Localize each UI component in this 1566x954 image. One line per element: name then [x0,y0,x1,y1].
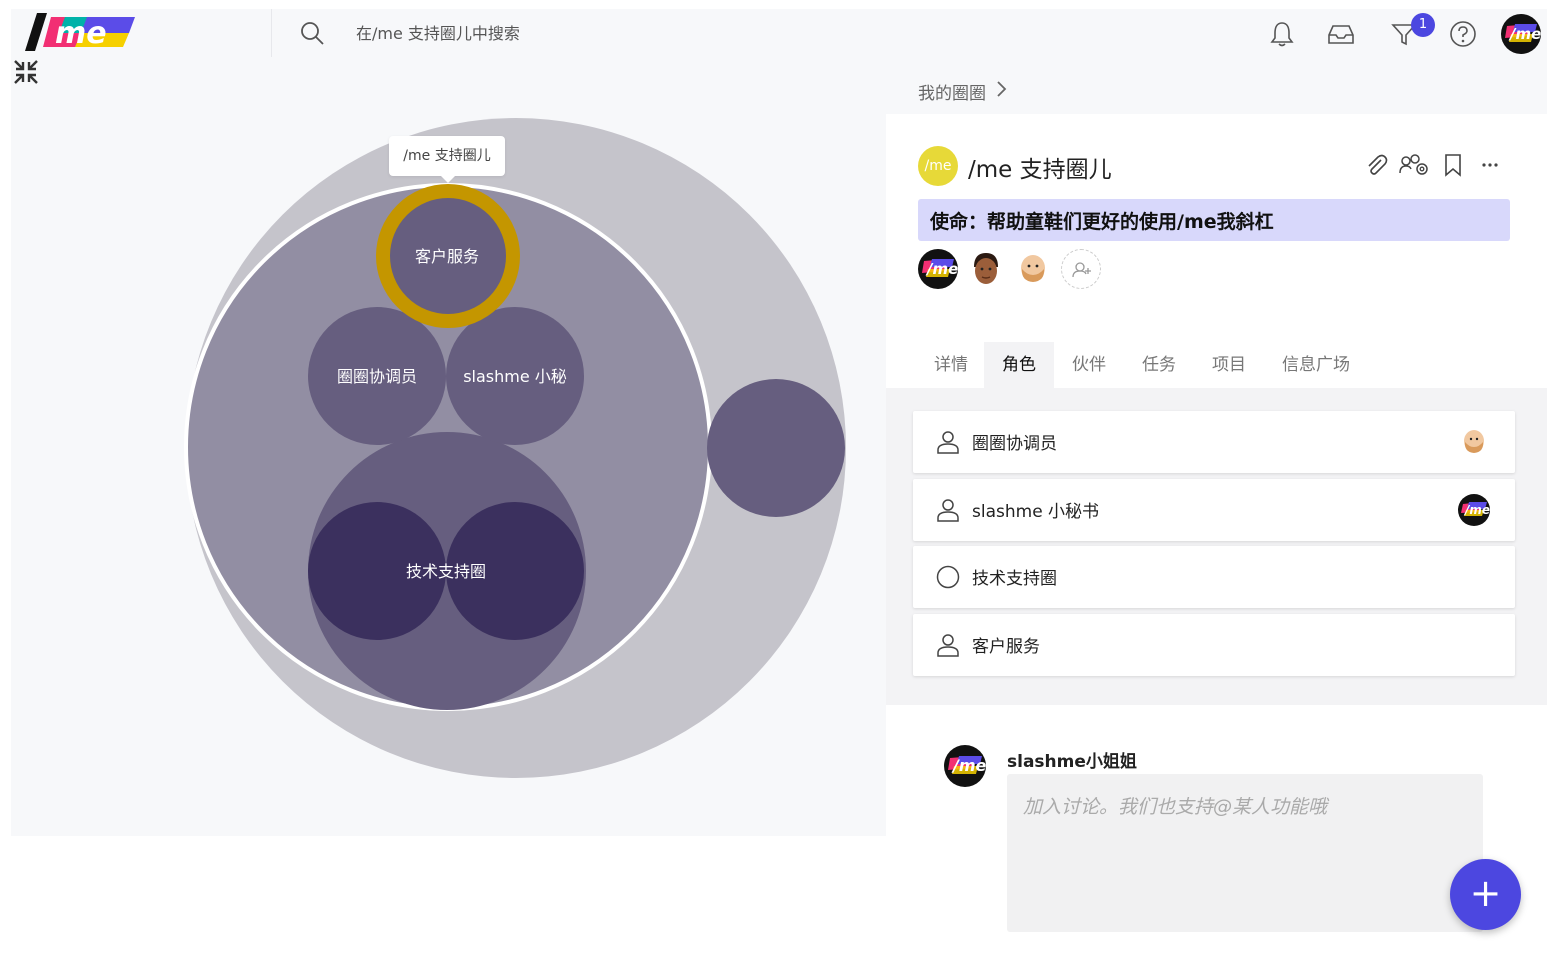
svg-text:me: me [55,16,107,51]
search-icon[interactable] [299,20,325,46]
role-item[interactable]: 技术支持圈 [913,546,1515,608]
tab-tasks[interactable]: 任务 [1124,342,1194,388]
user-avatar[interactable]: /me [1501,14,1541,54]
person-icon [937,634,959,657]
chevron-right-icon [997,81,1007,97]
tab-partners[interactable]: 伙伴 [1054,342,1124,388]
add-button[interactable]: + [1450,859,1521,930]
paperclip-icon[interactable] [1363,152,1389,178]
notification-badge: 1 [1411,13,1435,37]
tab-projects[interactable]: 项目 [1194,342,1264,388]
tab-feed[interactable]: 信息广场 [1274,342,1358,388]
tab-details[interactable]: 详情 [916,342,986,388]
more-icon[interactable] [1478,152,1504,178]
role-assignee-avatar[interactable]: /me [1458,494,1490,526]
app-logo[interactable]: me [25,13,135,51]
breadcrumb-link[interactable]: 我的圈圈 [918,79,986,104]
search-input[interactable] [346,17,946,49]
team-settings-icon[interactable] [1398,152,1430,178]
role-item[interactable]: 客户服务 [913,614,1515,676]
svg-text:/me: /me [1508,25,1541,43]
circle-visualization[interactable]: 客户服务 圈圈协调员 slashme 小秘 技术支持圈 /me 支持圈儿 [11,57,886,836]
svg-text:/me: /me [925,260,958,278]
circle-logo: /me [918,146,958,186]
top-bar: me 1 /me [11,9,1547,57]
collapse-icon[interactable] [11,57,41,87]
divider [271,9,272,57]
roles-list: 圈圈协调员 slashme 小秘书 /me 技术支持圈 客户服务 [886,388,1547,705]
customer-service-label: 客户服务 [415,247,479,266]
role-label: 技术支持圈 [972,569,1057,589]
member-avatar[interactable]: /me [918,249,958,289]
circle-icon [936,565,960,589]
circle-title: /me 支持圈儿 [968,157,1112,183]
bell-icon[interactable] [1267,19,1297,49]
role-item[interactable]: 圈圈协调员 [913,411,1515,473]
comment-input[interactable] [1007,774,1483,932]
tab-roles[interactable]: 角色 [984,342,1054,388]
tech-support-label: 技术支持圈 [406,562,486,581]
role-label: slashme 小秘书 [972,502,1100,522]
svg-text:/me: /me [951,756,986,775]
mission-statement: 使命：帮助童鞋们更好的使用/me我斜杠 [918,199,1510,241]
side-circle[interactable] [707,379,845,517]
role-label: 圈圈协调员 [972,434,1057,454]
bookmark-icon[interactable] [1440,152,1466,178]
svg-text:/me: /me [1463,503,1490,517]
coordinator-label: 圈圈协调员 [337,367,417,386]
role-assignee-avatar[interactable] [1458,426,1490,458]
comment-author: slashme小姐姐 [1007,752,1137,772]
breadcrumb-bar: 我的圈圈 [886,57,1547,114]
circle-tooltip: /me 支持圈儿 [389,136,505,183]
person-icon [937,499,959,522]
role-label: 客户服务 [972,637,1040,657]
person-icon [937,431,959,454]
inbox-icon[interactable] [1326,19,1356,49]
help-icon[interactable] [1448,19,1478,49]
commenter-avatar: /me [944,745,986,787]
member-avatar[interactable] [1013,249,1053,289]
secretary-label: slashme 小秘 [463,367,567,386]
add-member-button[interactable] [1061,249,1101,289]
role-item[interactable]: slashme 小秘书 /me [913,479,1515,541]
member-avatar[interactable] [966,249,1006,289]
